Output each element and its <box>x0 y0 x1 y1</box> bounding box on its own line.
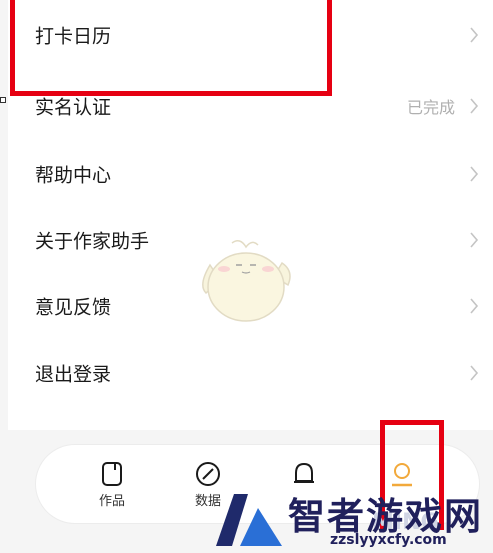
works-icon <box>102 462 122 486</box>
menu-item-label: 意见反馈 <box>35 296 112 319</box>
menu-item-label: 实名认证 <box>35 96 112 119</box>
highlight-box-checkin <box>10 0 332 96</box>
menu-item-label: 关于作家助手 <box>35 230 150 253</box>
data-icon <box>196 462 220 486</box>
bell-icon <box>294 462 314 483</box>
chevron-right-icon <box>470 27 479 43</box>
tab-works[interactable]: 作品 <box>82 455 142 515</box>
watermark-url: zzslyyxcfy.com <box>330 532 447 548</box>
auth-status-value: 已完成 <box>406 98 455 117</box>
watermark-logo-icon <box>216 494 282 546</box>
chevron-right-icon <box>470 166 479 182</box>
menu-item-logout[interactable]: 退出登录 <box>8 340 493 406</box>
menu-item-help-center[interactable]: 帮助中心 <box>8 141 493 207</box>
mascot-illustration <box>202 240 291 322</box>
menu-item-label: 帮助中心 <box>35 164 112 187</box>
menu-item-label: 退出登录 <box>35 363 112 386</box>
chevron-right-icon <box>470 365 479 381</box>
tab-works-label: 作品 <box>98 494 125 509</box>
chevron-right-icon <box>470 232 479 248</box>
resize-handle <box>0 97 6 103</box>
chevron-right-icon <box>470 98 479 114</box>
chevron-right-icon <box>470 298 479 314</box>
